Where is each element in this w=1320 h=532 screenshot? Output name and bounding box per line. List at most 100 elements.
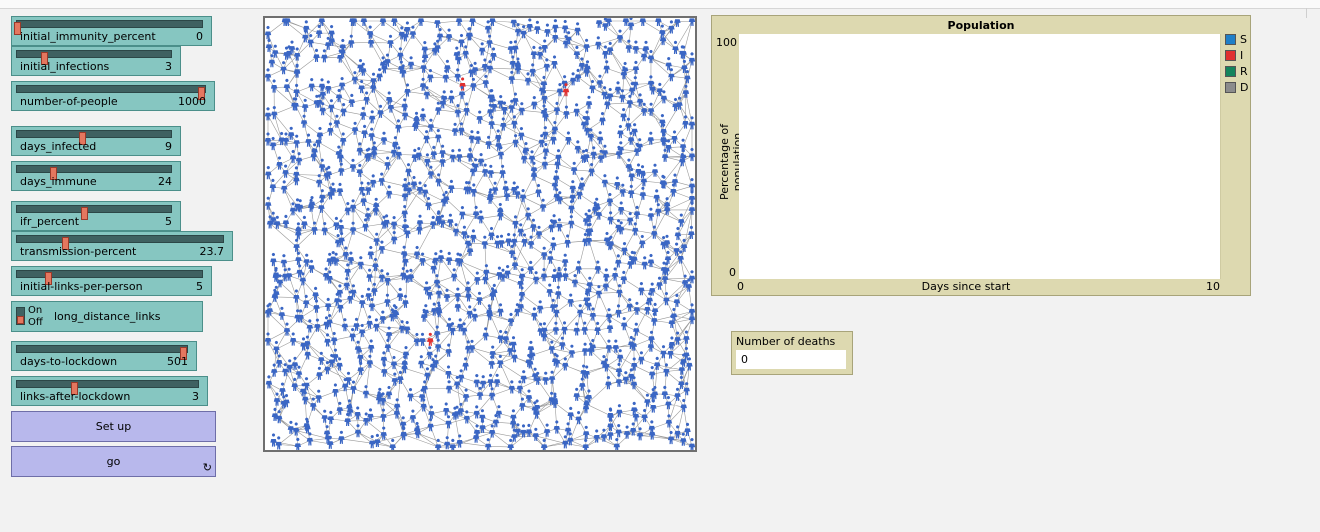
slider-links-after-lockdown[interactable]: links-after-lockdown 3 <box>11 376 208 406</box>
slider-transmission-percent[interactable]: transmission-percent 23.7 <box>11 231 233 261</box>
slider-label: initial_immunity_percent <box>20 30 156 43</box>
person-susceptible <box>546 283 553 297</box>
person-susceptible <box>360 106 367 120</box>
person-infected <box>427 332 434 346</box>
slider-value: 5 <box>196 280 203 293</box>
person-susceptible <box>470 77 477 91</box>
person-susceptible <box>529 63 536 77</box>
person-susceptible <box>332 383 339 397</box>
person-susceptible <box>434 20 441 28</box>
person-susceptible <box>508 380 515 394</box>
person-susceptible <box>627 18 635 31</box>
person-susceptible <box>619 89 626 103</box>
person-susceptible <box>615 424 622 438</box>
person-susceptible <box>289 149 297 164</box>
legend-swatch <box>1225 34 1236 45</box>
slider-track[interactable] <box>16 345 188 360</box>
legend-name: R <box>1240 65 1248 78</box>
person-susceptible <box>485 135 492 149</box>
switch-label: long_distance_links <box>54 310 161 323</box>
person-susceptible <box>448 90 455 104</box>
slider-initial-links-per-person[interactable]: initial-links-per-person 5 <box>11 266 212 296</box>
person-susceptible <box>488 115 495 129</box>
slider-days-infected[interactable]: days_infected 9 <box>11 126 181 156</box>
person-susceptible <box>556 218 563 232</box>
person-susceptible <box>650 399 657 413</box>
person-susceptible <box>349 158 357 172</box>
slider-track[interactable] <box>16 270 203 285</box>
person-susceptible <box>443 288 451 302</box>
setup-button[interactable]: Set up <box>11 411 216 442</box>
person-susceptible <box>418 355 425 369</box>
person-susceptible <box>419 77 427 91</box>
person-susceptible <box>617 124 624 139</box>
slider-track[interactable] <box>16 130 172 145</box>
slider-track[interactable] <box>16 235 224 250</box>
person-susceptible <box>470 183 477 197</box>
person-susceptible <box>542 126 549 140</box>
forever-icon: ↻ <box>202 461 212 474</box>
person-susceptible <box>527 260 534 274</box>
person-susceptible <box>555 285 562 299</box>
switch-long-distance-links[interactable]: On Off long_distance_links <box>11 301 203 332</box>
person-susceptible <box>451 268 458 282</box>
person-susceptible <box>362 385 370 399</box>
person-susceptible <box>499 268 507 282</box>
person-susceptible <box>602 278 610 292</box>
slider-label: initial_infections <box>20 60 110 73</box>
slider-initial-immunity-percent[interactable]: initial_immunity_percent 0 <box>11 16 212 46</box>
person-susceptible <box>620 108 627 122</box>
switch-thumb[interactable] <box>17 316 24 324</box>
person-susceptible <box>436 28 444 42</box>
world-view[interactable] <box>263 16 697 452</box>
person-susceptible <box>525 207 532 221</box>
person-susceptible <box>295 152 303 166</box>
person-susceptible <box>316 366 323 380</box>
person-susceptible <box>552 29 559 43</box>
person-susceptible <box>361 124 368 138</box>
person-susceptible <box>535 183 542 198</box>
person-susceptible <box>647 131 654 145</box>
person-susceptible <box>448 179 455 193</box>
slider-ifr-percent[interactable]: ifr_percent 5 <box>11 201 181 231</box>
person-susceptible <box>649 366 656 380</box>
slider-track[interactable] <box>16 205 172 220</box>
person-susceptible <box>526 18 533 32</box>
person-susceptible <box>688 438 695 450</box>
slider-number-of-people[interactable]: number-of-people 1000 <box>11 81 215 111</box>
slider-value: 501 <box>167 355 188 368</box>
person-susceptible <box>296 264 303 278</box>
slider-label: transmission-percent <box>20 245 137 258</box>
person-susceptible <box>531 96 538 110</box>
slider-track[interactable] <box>16 85 206 100</box>
go-button[interactable]: go ↻ <box>11 446 216 477</box>
person-susceptible <box>625 39 632 53</box>
person-susceptible <box>638 351 645 365</box>
person-susceptible <box>447 213 454 227</box>
person-susceptible <box>343 277 350 291</box>
slider-days-to-lockdown[interactable]: days-to-lockdown 501 <box>11 341 197 371</box>
person-susceptible <box>561 75 568 89</box>
switch-track[interactable] <box>16 307 25 325</box>
slider-track[interactable] <box>16 165 172 180</box>
person-susceptible <box>552 321 560 335</box>
slider-track[interactable] <box>14 20 203 35</box>
person-susceptible <box>318 78 326 92</box>
slider-days-immune[interactable]: days_immune 24 <box>11 161 181 191</box>
slider-initial-infections[interactable]: initial_infections 3 <box>11 46 181 76</box>
person-susceptible <box>391 372 398 386</box>
person-susceptible <box>356 163 363 177</box>
person-susceptible <box>324 333 331 347</box>
slider-track[interactable] <box>16 50 172 65</box>
legend-name: S <box>1240 33 1247 46</box>
slider-track[interactable] <box>16 380 199 395</box>
person-susceptible <box>574 140 581 154</box>
person-susceptible <box>449 438 457 450</box>
slider-thumb[interactable] <box>81 207 89 220</box>
x-axis-label: Days since start <box>921 280 1011 293</box>
person-susceptible <box>301 215 308 229</box>
person-susceptible <box>607 87 614 102</box>
person-susceptible <box>655 203 662 217</box>
person-susceptible <box>605 339 613 353</box>
person-susceptible <box>294 437 301 450</box>
